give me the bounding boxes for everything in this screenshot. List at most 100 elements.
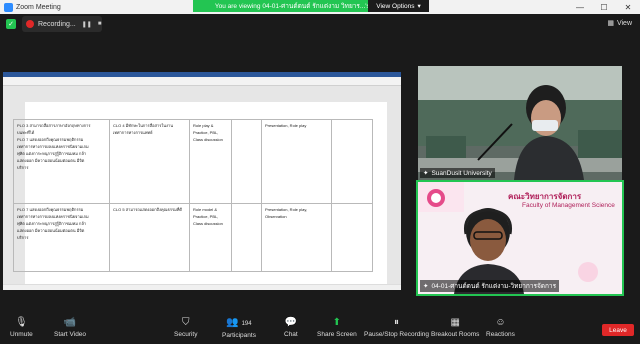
leave-button[interactable]: Leave [602,324,634,336]
table-cell-empty [331,119,373,204]
cell-line: แสดงออก มีความอ่อนน้อมต่อมตน มีจิต [17,228,85,233]
table-cell-assess: Presentation, Role play [261,119,332,204]
cell-line: Presentation, Role play [265,123,307,128]
cell-line: พุ่ทิต แต่งการะหนุการสู่รู้ถิกาชเมทม กล้… [17,151,87,156]
cell-line: แสดงออก มีความอ่อนน้อมต่อมตน มีจิต [17,158,85,163]
leave-label: Leave [609,326,627,334]
cell-line: PLO 7 แสดงออกถึงคุณธรรมพฤติกรรม [17,207,84,212]
chat-button[interactable]: 💬 Chat [284,317,298,339]
breakout-rooms-button[interactable]: ▦ Breakout Rooms [431,317,480,339]
participants-button[interactable]: 👥 194 Participants [222,317,256,340]
close-button[interactable]: ✕ [616,0,640,14]
shield-icon[interactable]: ✓ [6,19,16,29]
reactions-icon: ☺ [495,317,506,328]
participant-name: 04-01-ศานต์ตนต์ รักแต่งาม-วิทยาการจัดการ [431,283,557,290]
video-feed-image [418,66,622,180]
pin-icon: ✦ [423,170,429,177]
mic-muted-icon: ✦ [423,283,429,290]
table-cell-method: Role model & Practice, PBL, Class discus… [189,203,232,272]
cell-line: CLO 4 มีทักษะในการสื่อสารในงาน [113,123,173,128]
video-off-icon: 📹 [63,317,77,328]
breakout-rooms-icon: ▦ [450,317,460,328]
view-options-label: View Options [376,2,415,10]
cell-line: เทศาการทางการผลงแห่งคราชนิยจามเกม [17,144,89,149]
shield-icon: ⛉ [181,317,190,328]
table-cell-clo: CLO 4 มีทักษะในการสื่อสารในงาน เทศาการทา… [109,119,190,204]
cell-line: Role model & [193,207,218,212]
table-cell-plo: PLO 3 สามารถสื่อสารภาษาอังกฤษทางการ บนทะ… [13,119,110,204]
word-ribbon [3,77,401,86]
pause-recording-button[interactable]: ⏸ Pause/Stop Recording [364,317,430,339]
cell-line: Class discussion [193,221,223,226]
table-cell-plo: PLO 7 แสดงออกถึงคุณธรรมพฤติกรรม เทศาการท… [13,203,110,272]
pause-recording-label: Pause/Stop Recording [364,331,430,338]
share-screen-button[interactable]: ⬆ Share Screen [317,317,357,339]
pause-icon: ⏸ [394,317,400,328]
window-title: Zoom Meeting [16,3,61,11]
cell-line: บริการ [17,235,29,240]
view-options-button[interactable]: View Options ▾ [368,0,429,12]
banner-title-en: Faculty of Management Science [522,202,615,209]
window-controls: — ☐ ✕ [568,0,640,14]
cell-line: เทศาการทางการผลงแห่งคราชนิยจามเกม [17,214,89,219]
unmute-label: Unmute [10,331,33,338]
cell-line: Practice, PBL, [193,130,219,135]
start-video-label: Start Video [54,331,87,338]
cell-line: Class discussion [193,137,223,142]
minimize-button[interactable]: — [568,0,592,14]
recording-dot-icon [26,20,34,28]
cell-line: บนทะที่ได้ [17,130,35,135]
participant-nameplate: ✦ SuanDusit University [420,168,495,178]
screen-share-banner-text: You are viewing 04-01-ศานต์ตนต์ รักแต่งา… [214,3,392,10]
table-cell-assess: Presentation, Role play, Observation [261,203,332,272]
participant-nameplate: ✦ 04-01-ศานต์ตนต์ รักแต่งาม-วิทยาการจัดก… [420,280,560,292]
breakout-rooms-label: Breakout Rooms [431,331,480,338]
table-cell-clo: CLO 5 สามารถแสดงออกถึงคุณธรรมที่ดี [109,203,190,272]
cell-line: Practice, PBL, [193,214,219,219]
pause-icon[interactable]: ❚❚ [82,21,92,28]
chat-icon: 💬 [284,317,298,328]
cell-line: เทศาการทางการแพทย์ [113,130,153,135]
chevron-down-icon: ▾ [417,3,421,10]
start-video-button[interactable]: 📹 Start Video [54,317,87,339]
recording-label: Recording... [38,20,76,28]
maximize-button[interactable]: ☐ [592,0,616,14]
document-table: PLO 3 สามารถสื่อสารภาษาอังกฤษทางการ บนทะ… [13,119,373,272]
table-row: PLO 3 สามารถสื่อสารภาษาอังกฤษทางการ บนทะ… [13,119,373,204]
table-cell-empty [231,119,262,204]
security-button[interactable]: ⛉ Security [174,317,198,339]
video-tile-suandusit[interactable]: ✦ SuanDusit University [418,66,622,180]
cell-line: PLO 7 แสดงออกถึงคุณธรรมพฤติกรรม [17,137,84,142]
participants-icon: 👥 194 [226,317,252,328]
video-tile-active-speaker[interactable]: คณะวิทยาการจัดการ Faculty of Management … [416,180,624,296]
cell-line: Role play & [193,123,214,128]
participants-label: Participants [222,332,256,339]
shared-screen: PLO 3 สามารถสื่อสารภาษาอังกฤษทางการ บนทะ… [3,72,401,290]
reactions-button[interactable]: ☺ Reactions [486,317,515,339]
chat-label: Chat [284,331,298,338]
share-screen-label: Share Screen [317,331,357,338]
cell-line: บริการ [17,165,29,170]
table-cell-empty [331,203,373,272]
view-label: View [616,19,632,27]
unmute-button[interactable]: 🎙 Unmute [10,317,33,339]
cell-line: Presentation, Role play, Observation [265,207,308,219]
cell-line: พุ่ทิต แต่งการะหนุการสู่รู้ถิกาชเมทม กล้… [17,221,87,226]
reactions-label: Reactions [486,331,515,338]
zoom-logo-icon [4,2,13,12]
table-cell-method: Role play & Practice, PBL, Class discuss… [189,119,232,204]
participant-name: SuanDusit University [431,169,492,177]
view-button[interactable]: ▦ View [607,19,632,28]
app-title: Zoom Meeting [0,2,61,12]
share-screen-icon: ⬆ [332,317,342,328]
cell-line: CLO 5 สามารถแสดงออกถึงคุณธรรมที่ดี [113,207,182,212]
word-statusbar [3,284,401,290]
cell-line: PLO 3 สามารถสื่อสารภาษาอังกฤษทางการ [17,123,91,128]
participants-count: 194 [241,321,252,327]
security-label: Security [174,331,198,338]
recording-indicator: Recording... ❚❚ ■ [22,16,102,32]
table-row: PLO 7 แสดงออกถึงคุณธรรมพฤติกรรม เทศาการท… [13,203,373,272]
table-cell-empty [231,203,262,272]
stop-icon[interactable]: ■ [98,21,102,27]
mic-muted-icon: 🎙 [15,317,28,328]
